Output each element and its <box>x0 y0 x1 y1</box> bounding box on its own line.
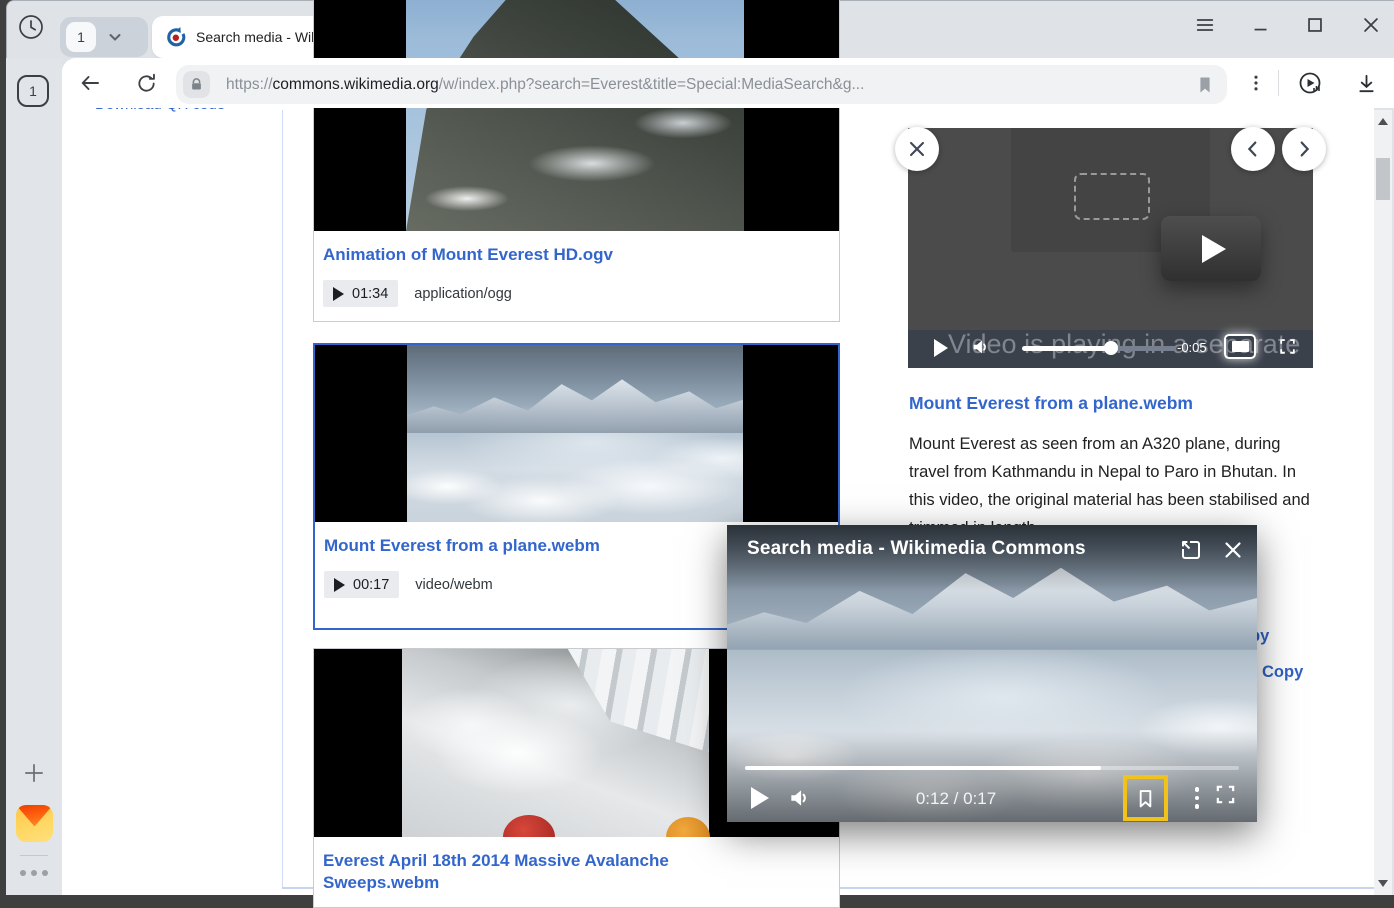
player-progress-handle[interactable] <box>1104 341 1118 355</box>
play-icon <box>333 287 344 301</box>
play-overlay-button[interactable] <box>1161 216 1261 281</box>
pip-rect <box>1232 341 1249 352</box>
url-scheme: https:// <box>226 76 273 93</box>
scrollbar-down-arrow[interactable] <box>1378 880 1388 887</box>
url-text[interactable]: https://commons.wikimedia.org/w/index.ph… <box>226 76 1187 94</box>
quickview-previous-button[interactable] <box>1231 127 1275 171</box>
screen: 1 Search media - Wikim <box>0 0 1394 895</box>
player-volume-icon[interactable] <box>970 336 992 363</box>
pip-progress-played <box>745 766 1101 770</box>
card-body: Animation of Mount Everest HD.ogv 01:34 … <box>314 231 839 321</box>
pip-more-options-icon[interactable] <box>1185 783 1209 813</box>
quickview-close-button[interactable] <box>895 127 939 171</box>
lock-icon[interactable] <box>183 71 210 98</box>
back-button[interactable] <box>76 69 104 97</box>
pip-bookmark-button-highlighted[interactable] <box>1123 775 1168 821</box>
extensions-menu-icon[interactable] <box>1242 69 1270 97</box>
quickview-next-button[interactable] <box>1282 127 1326 171</box>
browser-menu-icon[interactable] <box>1191 11 1219 39</box>
url-path: /w/index.php?search=Everest&title=Specia… <box>439 76 865 93</box>
duration-text: 00:17 <box>353 577 389 593</box>
side-panel-tab-number[interactable]: 1 <box>17 75 49 107</box>
pip-volume-icon[interactable] <box>787 785 813 816</box>
player-progress-played[interactable] <box>1022 346 1110 351</box>
pip-window-title: Search media - Wikimedia Commons <box>747 538 1086 560</box>
video-thumbnail-1[interactable] <box>314 0 839 231</box>
player-time-remaining: -0:05 <box>1177 340 1207 355</box>
scrollbar-up-arrow[interactable] <box>1378 118 1388 125</box>
pip-fullscreen-icon[interactable] <box>1214 783 1237 811</box>
duration-badge: 00:17 <box>324 571 399 598</box>
result-title-link[interactable]: Animation of Mount Everest HD.ogv <box>323 244 829 266</box>
play-icon <box>334 578 345 592</box>
pip-progress-bar[interactable] <box>745 766 1239 770</box>
side-panel-divider <box>20 855 48 856</box>
peaks-art <box>407 373 743 433</box>
tab-group-count: 1 <box>66 22 96 52</box>
side-panel-more-icon[interactable] <box>20 870 48 876</box>
media-playing-icon[interactable] <box>1296 69 1324 97</box>
duration-text: 01:34 <box>352 286 388 302</box>
reload-button[interactable] <box>132 69 160 97</box>
history-icon[interactable] <box>16 12 46 42</box>
thumbnail-art-clouds <box>407 345 743 522</box>
url-host: commons.wikimedia.org <box>273 76 439 93</box>
player-pip-button-active[interactable] <box>1224 334 1256 359</box>
results-pane-border <box>282 110 283 888</box>
pip-back-to-tab-icon[interactable] <box>1179 538 1203 567</box>
pip-close-icon[interactable] <box>1221 538 1245 567</box>
thumbnail-art-everest-peak <box>406 0 744 231</box>
window-minimize-button[interactable] <box>1247 11 1275 39</box>
player-progress-remaining[interactable] <box>1110 346 1176 351</box>
mime-type: video/webm <box>415 577 492 593</box>
wikimedia-commons-logo-icon <box>165 26 187 48</box>
pip-play-button[interactable] <box>751 787 769 809</box>
copy-link-2[interactable]: Copy <box>1262 663 1303 682</box>
play-icon <box>1202 235 1226 263</box>
result-meta: 01:34 application/ogg <box>323 280 829 307</box>
result-title-link[interactable]: Everest April 18th 2014 Massive Avalanch… <box>323 850 763 894</box>
red-tent-art <box>503 815 555 837</box>
chevron-down-icon[interactable] <box>105 27 125 47</box>
player-placeholder-dashed-box <box>1074 173 1150 220</box>
result-card-1[interactable]: Animation of Mount Everest HD.ogv 01:34 … <box>313 0 840 322</box>
bookmark-flag-icon[interactable] <box>1195 75 1215 95</box>
quickview-file-title-link[interactable]: Mount Everest from a plane.webm <box>909 393 1193 414</box>
browser-side-panel: 1 <box>6 58 62 895</box>
toolbar-divider <box>1278 70 1279 96</box>
orange-tent-art <box>666 817 710 837</box>
ice-wall-art <box>568 649 709 752</box>
mime-type: application/ogg <box>414 286 512 302</box>
window-close-button[interactable] <box>1357 11 1385 39</box>
mountain-art <box>406 0 744 231</box>
tab-group[interactable]: 1 <box>60 17 148 57</box>
browser-toolbar: https://commons.wikimedia.org/w/index.ph… <box>62 58 1394 108</box>
player-fullscreen-icon[interactable] <box>1278 337 1297 361</box>
video-thumbnail-2[interactable] <box>315 345 838 522</box>
picture-in-picture-window[interactable]: Search media - Wikimedia Commons 0:12 / … <box>727 525 1257 822</box>
envelope-flap <box>16 805 53 826</box>
card-body: Everest April 18th 2014 Massive Avalanch… <box>314 837 839 908</box>
player-play-button[interactable] <box>934 339 948 357</box>
window-maximize-button[interactable] <box>1301 11 1329 39</box>
thumbnail-art-avalanche <box>402 649 709 837</box>
page-scrollbar[interactable] <box>1374 110 1392 895</box>
side-panel-add-icon[interactable] <box>21 760 47 786</box>
scrollbar-thumb[interactable] <box>1376 158 1390 200</box>
pip-time-display: 0:12 / 0:17 <box>891 789 1021 809</box>
address-bar[interactable]: https://commons.wikimedia.org/w/index.ph… <box>176 65 1227 104</box>
downloads-icon[interactable] <box>1352 69 1380 97</box>
yandex-mail-icon[interactable] <box>16 805 53 842</box>
duration-badge: 01:34 <box>323 280 398 307</box>
